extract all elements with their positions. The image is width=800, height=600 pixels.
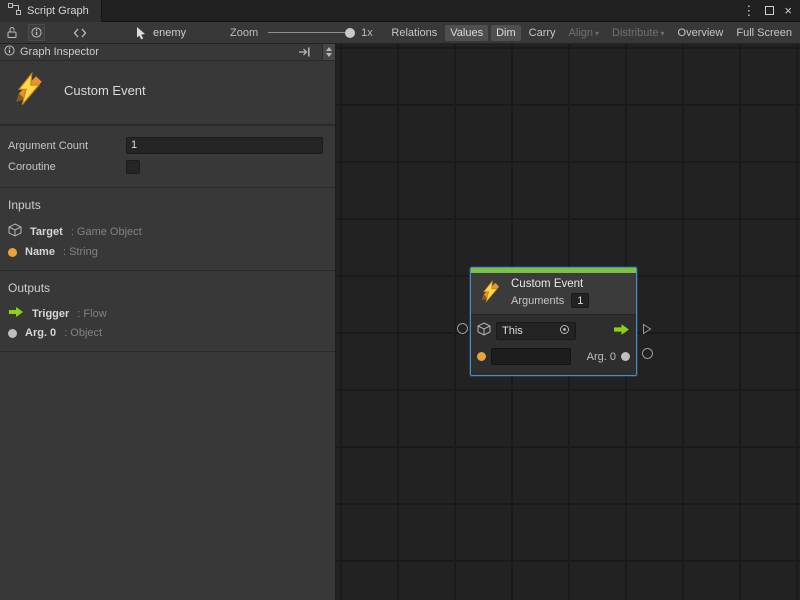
custom-event-icon — [479, 280, 502, 306]
carry-button[interactable]: Carry — [524, 25, 561, 41]
target-port-connector[interactable] — [457, 323, 468, 334]
info-icon — [4, 45, 15, 59]
tab-title: Script Graph — [27, 5, 89, 17]
node-arguments-value: 1 — [571, 293, 589, 308]
argument-count-row: Argument Count 1 — [0, 135, 335, 156]
coroutine-row: Coroutine — [0, 156, 335, 177]
window-titlebar: Script Graph ⋮ × — [0, 0, 800, 22]
window-menu-icon[interactable]: ⋮ — [742, 0, 755, 22]
dock-panel-icon[interactable] — [298, 46, 311, 58]
string-port-icon[interactable] — [477, 352, 486, 361]
coroutine-label: Coroutine — [8, 161, 126, 173]
inspector-title: Graph Inspector — [20, 46, 99, 58]
step-down-icon[interactable] — [326, 53, 332, 57]
object-port-icon[interactable] — [621, 352, 630, 361]
inspector-header: Graph Inspector — [0, 44, 335, 61]
inputs-section: Inputs Target : Game Object Name : Strin… — [0, 188, 335, 271]
trigger-flow-icon[interactable] — [613, 323, 630, 339]
maximize-icon[interactable] — [765, 6, 774, 15]
zoom-label: Zoom — [230, 27, 258, 39]
node-body: This Arg. 0 — [471, 314, 636, 375]
coroutine-checkbox[interactable] — [126, 160, 140, 174]
argument-count-input[interactable]: 1 — [126, 137, 323, 154]
custom-event-icon — [12, 72, 46, 109]
selected-unit-header: Custom Event — [0, 61, 335, 126]
dim-button[interactable]: Dim — [491, 25, 521, 41]
unit-title: Custom Event — [64, 83, 146, 98]
graph-canvas[interactable]: Custom Event Arguments 1 This — [336, 44, 800, 600]
code-icon[interactable] — [73, 27, 87, 39]
port-row-name: Name : String — [0, 243, 335, 261]
values-button[interactable]: Values — [445, 25, 488, 41]
overview-button[interactable]: Overview — [673, 25, 729, 41]
node-row-name: Arg. 0 — [477, 347, 630, 366]
close-icon[interactable]: × — [784, 0, 792, 22]
chevron-down-icon: ▾ — [595, 29, 599, 38]
target-object-dropdown[interactable]: This — [496, 322, 576, 340]
outputs-header: Outputs — [0, 276, 335, 303]
port-row-trigger: Trigger : Flow — [0, 303, 335, 324]
gameobject-cube-icon — [8, 223, 22, 240]
script-graph-icon — [8, 3, 21, 18]
arg0-port-connector[interactable] — [642, 348, 653, 359]
flow-arrow-icon — [8, 306, 24, 321]
port-row-target: Target : Game Object — [0, 220, 335, 243]
node-row-target: This — [477, 321, 630, 340]
tab-script-graph[interactable]: Script Graph — [0, 0, 102, 22]
node-arguments-label: Arguments — [511, 295, 564, 307]
string-port-icon — [8, 248, 17, 257]
trigger-port-connector[interactable] — [642, 323, 652, 338]
step-up-icon[interactable] — [326, 47, 332, 51]
arg0-label: Arg. 0 — [587, 351, 616, 363]
relations-button[interactable]: Relations — [386, 25, 442, 41]
unit-fields: Argument Count 1 Coroutine — [0, 126, 335, 188]
panel-stepper[interactable] — [322, 44, 335, 60]
node-title: Custom Event — [511, 278, 589, 290]
lock-icon[interactable] — [6, 26, 18, 39]
port-row-arg0: Arg. 0 : Object — [0, 324, 335, 342]
outputs-section: Outputs Trigger : Flow Arg. 0 : Object — [0, 271, 335, 352]
object-port-icon — [8, 329, 17, 338]
argument-count-label: Argument Count — [8, 140, 126, 152]
event-name-input[interactable] — [491, 348, 571, 365]
gameobject-cube-icon — [477, 322, 491, 339]
distribute-button[interactable]: Distribute▾ — [607, 25, 669, 41]
zoom-slider-handle[interactable] — [345, 28, 355, 38]
cursor-icon — [135, 26, 147, 40]
full-screen-button[interactable]: Full Screen — [731, 25, 797, 41]
chevron-down-icon: ▾ — [661, 29, 665, 38]
graph-info-toggle[interactable] — [28, 24, 45, 41]
graph-name-label[interactable]: enemy — [153, 27, 186, 39]
zoom-slider[interactable] — [268, 32, 353, 33]
graph-toolbar: enemy Zoom 1x Relations Values Dim Carry… — [0, 22, 800, 44]
object-picker-icon[interactable] — [559, 324, 570, 338]
align-button[interactable]: Align▾ — [564, 25, 604, 41]
node-header[interactable]: Custom Event Arguments 1 — [471, 273, 636, 314]
zoom-value: 1x — [361, 27, 373, 39]
inputs-header: Inputs — [0, 193, 335, 220]
graph-inspector-panel: Graph Inspector Custom Event Argument Co… — [0, 44, 336, 600]
custom-event-node[interactable]: Custom Event Arguments 1 This — [470, 267, 637, 376]
